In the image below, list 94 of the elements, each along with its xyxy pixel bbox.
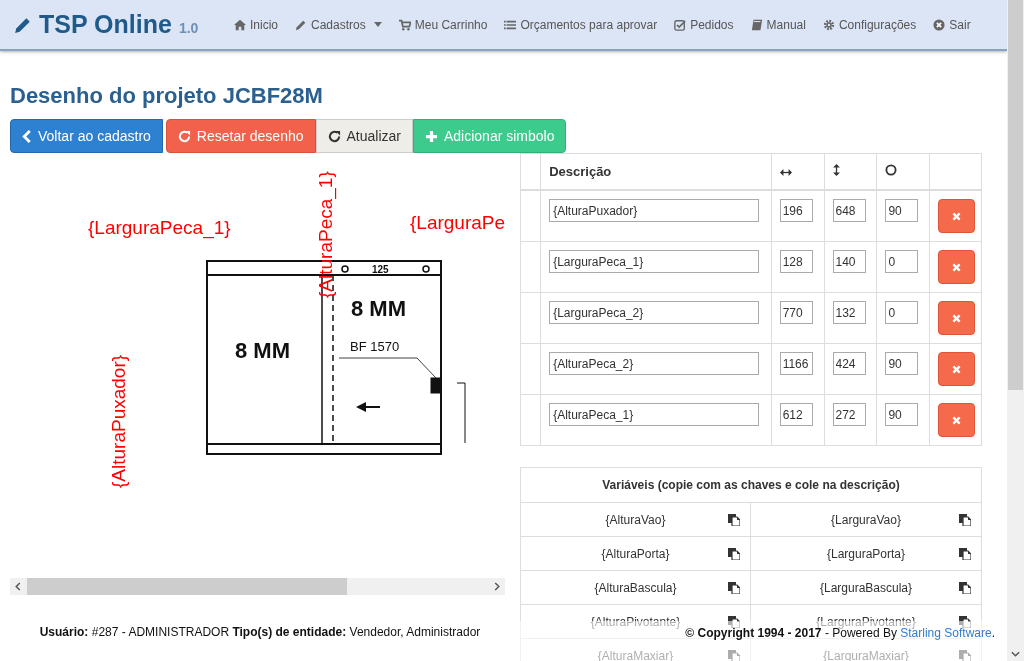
variable-name: {AlturaBascula} bbox=[594, 580, 677, 595]
number-field[interactable]: 90 bbox=[885, 199, 919, 222]
variable-name: {AlturaPivotante} bbox=[590, 614, 681, 629]
copy-icon[interactable] bbox=[959, 615, 971, 628]
refresh-icon bbox=[177, 129, 191, 143]
description-field[interactable]: {LarguraPeca_1} bbox=[549, 250, 760, 273]
chevron-down-icon[interactable] bbox=[1011, 651, 1020, 657]
delete-button[interactable] bbox=[938, 352, 976, 386]
copy-icon[interactable] bbox=[728, 615, 740, 628]
variable-name: {LarguraPivotante} bbox=[816, 614, 916, 629]
number-field[interactable]: 140 bbox=[832, 250, 866, 273]
page-title: Desenho do projeto JCBF28M bbox=[10, 82, 324, 110]
close-icon bbox=[952, 415, 962, 425]
number-field[interactable]: 128 bbox=[779, 250, 813, 273]
version-label: 1.0 bbox=[178, 20, 199, 36]
copy-icon[interactable] bbox=[728, 547, 740, 560]
copy-icon[interactable] bbox=[959, 513, 971, 526]
close-icon bbox=[952, 313, 962, 323]
number-field[interactable]: 90 bbox=[885, 352, 919, 375]
copy-icon[interactable] bbox=[959, 547, 971, 560]
delete-button[interactable] bbox=[938, 199, 976, 233]
caret-icon bbox=[373, 22, 382, 27]
variable-name: {LarguraPorta} bbox=[826, 546, 906, 561]
brand-title[interactable]: TSP Online bbox=[39, 10, 172, 39]
number-field[interactable]: 132 bbox=[832, 301, 866, 324]
chevron-left-icon[interactable] bbox=[15, 582, 21, 591]
number-field[interactable]: 0 bbox=[885, 301, 919, 324]
number-field[interactable]: 770 bbox=[779, 301, 813, 324]
horizontal-arrows-icon bbox=[779, 169, 792, 176]
variable-name: {AlturaPorta} bbox=[601, 546, 670, 561]
drawing-label: 8 MM bbox=[351, 296, 406, 321]
variable-name: {LarguraVao} bbox=[831, 512, 901, 527]
number-field[interactable]: 424 bbox=[832, 352, 866, 375]
nav-link[interactable]: Manual bbox=[750, 17, 806, 32]
number-field[interactable]: 272 bbox=[832, 403, 866, 426]
pencil-icon bbox=[14, 15, 32, 34]
check-icon bbox=[674, 18, 687, 31]
copy-icon[interactable] bbox=[728, 581, 740, 594]
close-icon bbox=[933, 18, 946, 31]
table-header: Variáveis (copie com as chaves e cole na descrição) bbox=[602, 478, 900, 492]
nav-link[interactable]: Orçamentos para aprovar bbox=[504, 17, 658, 32]
action-button[interactable]: Atualizar bbox=[315, 119, 413, 153]
variable-name: {AlturaVao} bbox=[605, 512, 666, 527]
chevron-right-icon[interactable] bbox=[494, 582, 500, 591]
plus-icon bbox=[424, 129, 438, 143]
rotate-icon bbox=[885, 164, 898, 176]
close-icon bbox=[952, 262, 962, 272]
vertical-arrows-icon bbox=[832, 164, 840, 176]
cart-icon bbox=[398, 18, 411, 31]
delete-button[interactable] bbox=[938, 301, 976, 335]
starling-link[interactable]: Starling Software bbox=[900, 626, 992, 640]
number-field[interactable]: 1166 bbox=[779, 352, 813, 375]
delete-button[interactable] bbox=[938, 403, 976, 437]
variable-name: {LarguraBascula} bbox=[819, 580, 913, 595]
settings-icon bbox=[822, 18, 835, 31]
nav-link[interactable]: Meu Carrinho bbox=[398, 17, 488, 32]
period-text: . bbox=[991, 626, 995, 640]
number-field[interactable]: 0 bbox=[885, 250, 919, 273]
refresh-icon bbox=[327, 129, 341, 143]
copy-icon[interactable] bbox=[959, 581, 971, 594]
description-field[interactable]: {AlturaPeca_2} bbox=[549, 352, 760, 375]
delete-button[interactable] bbox=[938, 250, 976, 284]
column-header: Descrição bbox=[549, 164, 612, 179]
book-icon bbox=[750, 18, 763, 31]
home-icon bbox=[234, 18, 246, 31]
list-icon bbox=[504, 18, 517, 31]
vertical-scrollbar[interactable] bbox=[1007, 0, 1024, 661]
nav-link[interactable]: Inicio bbox=[234, 17, 278, 32]
action-button[interactable]: Voltar ao cadastro bbox=[10, 119, 163, 153]
pencil-icon bbox=[295, 18, 307, 31]
drawing-label: 125 bbox=[372, 264, 389, 275]
dimension-label[interactable]: {LarguraPe bbox=[410, 212, 505, 233]
drawing-label: 8 MM bbox=[235, 338, 290, 363]
chevron-left-icon bbox=[22, 129, 32, 143]
dimension-label[interactable]: {LarguraPeca_1} bbox=[88, 217, 231, 238]
nav-link[interactable]: Pedidos bbox=[674, 17, 734, 32]
number-field[interactable]: 612 bbox=[779, 403, 813, 426]
close-icon bbox=[952, 364, 962, 374]
description-field[interactable]: {AlturaPeca_1} bbox=[549, 403, 760, 426]
number-field[interactable]: 90 bbox=[885, 403, 919, 426]
dimension-label[interactable]: {AlturaPeca_1} bbox=[315, 171, 336, 298]
description-field[interactable]: {AlturaPuxador} bbox=[549, 199, 760, 222]
number-field[interactable]: 648 bbox=[832, 199, 866, 222]
user-info: Usuário: #287 - ADMINISTRADOR Tipo(s) de entidade: Vendedor, Administrador bbox=[39, 625, 481, 639]
number-field[interactable]: 196 bbox=[779, 199, 813, 222]
description-field[interactable]: {LarguraPeca_2} bbox=[549, 301, 760, 324]
close-icon bbox=[952, 211, 962, 221]
horizontal-scrollbar[interactable] bbox=[10, 578, 505, 595]
nav-link[interactable]: Sair bbox=[933, 17, 971, 32]
copy-icon[interactable] bbox=[728, 513, 740, 526]
nav-link[interactable]: Cadastros bbox=[295, 17, 382, 32]
drawing-label: BF 1570 bbox=[350, 339, 400, 354]
nav-link[interactable]: Configurações bbox=[822, 17, 917, 32]
dimension-label[interactable]: {AlturaPuxador} bbox=[108, 354, 129, 488]
